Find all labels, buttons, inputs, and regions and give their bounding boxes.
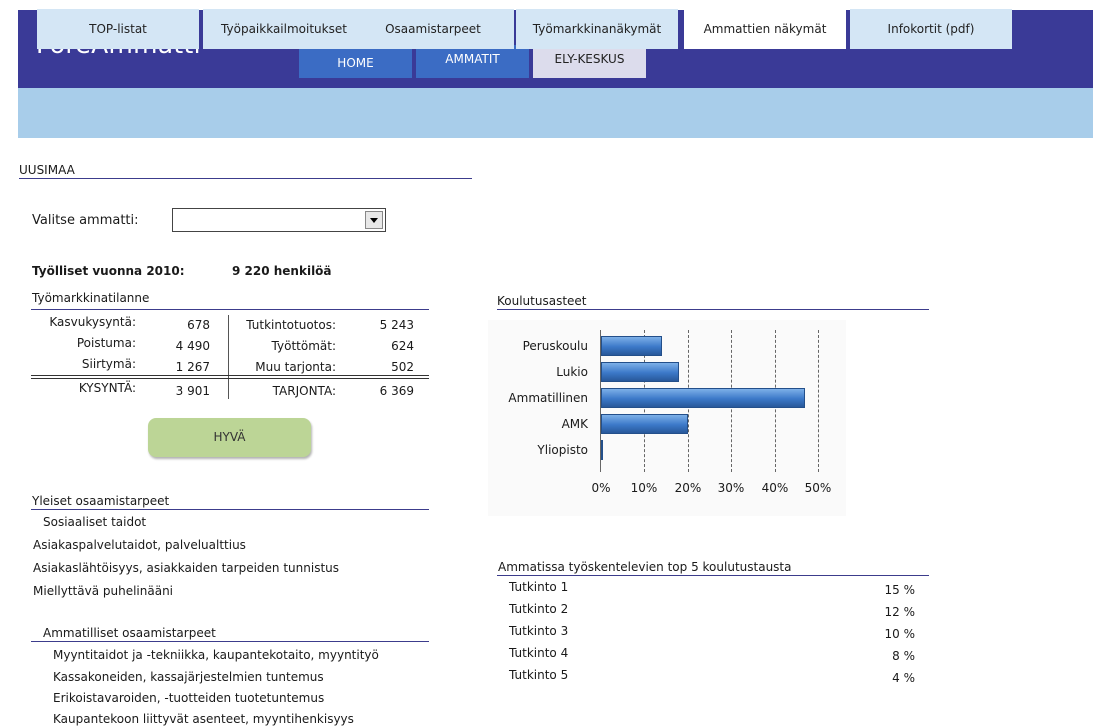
education-chart-divider xyxy=(497,309,929,310)
employed-label: Työlliset vuonna 2010: xyxy=(32,264,185,278)
top5-row-value: 12 % xyxy=(884,605,916,619)
demand-value-exit: 4 490 xyxy=(175,339,210,353)
chart-category-label: AMK xyxy=(561,417,588,431)
supply-value-degrees: 5 243 xyxy=(379,318,414,332)
demand-label-transfer: Siirtymä: xyxy=(81,357,136,371)
top5-row-value: 4 % xyxy=(892,671,915,685)
general-skills-title: Yleiset osaamistarpeet xyxy=(32,494,170,508)
chart-tick-label: 20% xyxy=(674,481,702,495)
chart-tick-label: 10% xyxy=(630,481,658,495)
list-item: Myyntitaidot ja -tekniikka, kaupantekota… xyxy=(53,648,379,662)
list-item: Asiakaslähtöisyys, asiakkaiden tarpeiden… xyxy=(33,561,340,575)
subtab-infokortit[interactable]: Infokortit (pdf) xyxy=(850,9,1012,49)
labour-market-title: Työmarkkinatilanne xyxy=(32,291,150,305)
chart-bar xyxy=(601,440,603,460)
supply-total-label: TARJONTA: xyxy=(272,384,336,398)
status-button[interactable]: HYVÄ xyxy=(148,418,311,457)
list-item: Sosiaaliset taidot xyxy=(43,515,147,529)
supply-label-other: Muu tarjonta: xyxy=(255,360,336,374)
chart-gridline xyxy=(818,330,819,472)
demand-total-label: KYSYNTÄ: xyxy=(78,381,136,395)
chart-bar xyxy=(601,336,662,356)
tab-ammatit[interactable]: AMMATIT xyxy=(416,45,529,78)
labour-market-column-divider xyxy=(228,315,229,399)
supply-total-value: 6 369 xyxy=(379,384,414,398)
top5-row-name: Tutkinto 2 xyxy=(509,602,569,616)
subtab-tyopaikkailmoitukset[interactable]: Työpaikkailmoitukset xyxy=(203,9,365,49)
list-item: Asiakaspalvelutaidot, palvelualttius xyxy=(33,538,246,552)
top5-divider xyxy=(497,575,929,576)
chart-bar xyxy=(601,414,688,434)
chart-category-label: Ammatillinen xyxy=(508,391,588,405)
supply-value-other: 502 xyxy=(391,360,414,374)
employed-value: 9 220 henkilöä xyxy=(232,264,332,278)
tab-ely-keskus[interactable]: ELY-KESKUS xyxy=(533,45,646,78)
chart-tick-label: 30% xyxy=(717,481,745,495)
demand-label-growth: Kasvukysyntä: xyxy=(49,315,136,329)
chart-tick-label: 0% xyxy=(591,481,611,495)
demand-label-exit: Poistuma: xyxy=(76,336,136,350)
top5-row-value: 10 % xyxy=(884,627,916,641)
region-divider xyxy=(19,178,472,179)
list-item: Miellyttävä puhelinääni xyxy=(33,584,174,598)
labour-market-total-divider xyxy=(31,375,429,379)
chart-bar xyxy=(601,388,805,408)
list-item: Erikoistavaroiden, -tuotteiden tuotetunt… xyxy=(53,691,325,705)
occupation-select-label: Valitse ammatti: xyxy=(32,213,139,228)
top5-row-name: Tutkinto 4 xyxy=(509,646,569,660)
tab-home[interactable]: HOME xyxy=(299,48,412,78)
chart-tick-label: 50% xyxy=(804,481,832,495)
chart-tick-label: 40% xyxy=(761,481,789,495)
list-item: Kaupantekoon liittyvät asenteet, myyntih… xyxy=(53,712,354,726)
top5-row-value: 8 % xyxy=(892,649,915,663)
general-skills-divider xyxy=(31,509,429,510)
demand-value-transfer: 1 267 xyxy=(175,360,210,374)
top5-title: Ammatissa työskentelevien top 5 koulutus… xyxy=(498,560,792,574)
subtab-ammattien-nakymat[interactable]: Ammattien näkymät xyxy=(684,9,846,49)
professional-skills-title: Ammatilliset osaamistarpeet xyxy=(43,626,216,640)
top5-row-name: Tutkinto 5 xyxy=(509,668,569,682)
subtab-osaamistarpeet[interactable]: Osaamistarpeet xyxy=(352,9,514,49)
supply-label-degrees: Tutkintotuotos: xyxy=(246,318,336,332)
education-chart-title: Koulutusasteet xyxy=(497,294,587,308)
chevron-down-icon[interactable] xyxy=(365,211,383,229)
list-item: Kassakoneiden, kassajärjestelmien tuntem… xyxy=(53,670,324,684)
subtab-tyomarkkinanakymat[interactable]: Työmarkkinanäkymät xyxy=(516,9,678,49)
supply-value-unemployed: 624 xyxy=(391,339,414,353)
demand-total-value: 3 901 xyxy=(175,384,210,398)
subtab-top-listat[interactable]: TOP-listat xyxy=(37,9,199,49)
chart-bar xyxy=(601,362,679,382)
demand-value-growth: 678 xyxy=(187,318,210,332)
chart-category-label: Lukio xyxy=(556,365,588,379)
region-heading: UUSIMAA xyxy=(19,163,75,177)
top5-row-name: Tutkinto 3 xyxy=(509,624,569,638)
chart-category-label: Peruskoulu xyxy=(522,339,588,353)
chart-category-label: Yliopisto xyxy=(537,443,588,457)
labour-market-divider xyxy=(31,309,429,310)
professional-skills-divider xyxy=(31,641,429,642)
supply-label-unemployed: Työttömät: xyxy=(271,339,336,353)
sub-navigation xyxy=(18,88,1093,138)
top5-row-value: 15 % xyxy=(884,583,916,597)
top5-row-name: Tutkinto 1 xyxy=(509,580,569,594)
occupation-select[interactable] xyxy=(172,208,386,232)
